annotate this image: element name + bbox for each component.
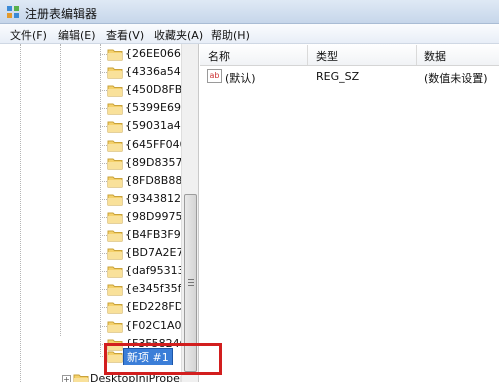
tree-item[interactable]: {BD7A2E7B xyxy=(100,244,190,262)
folder-icon xyxy=(107,266,123,278)
title-bar[interactable]: 注册表编辑器 xyxy=(0,0,499,24)
tree-item[interactable]: {ED228FDF- xyxy=(100,298,190,316)
tree-item-label: {daf95313- xyxy=(125,264,189,278)
tree-guide-line xyxy=(20,44,21,382)
folder-icon xyxy=(107,49,123,61)
menu-view[interactable]: 查看(V) xyxy=(106,27,144,43)
tree-guide-line xyxy=(60,44,61,336)
expand-icon[interactable]: + xyxy=(62,375,71,382)
menu-file[interactable]: 文件(F) xyxy=(10,27,47,43)
menu-help[interactable]: 帮助(H) xyxy=(211,27,250,43)
column-name[interactable]: 名称 xyxy=(208,48,230,64)
folder-icon xyxy=(107,302,123,314)
tree-item[interactable]: {59031a47- xyxy=(100,117,190,135)
value-data: (数值未设置) xyxy=(424,72,488,85)
tree-item[interactable]: {26EE0668- xyxy=(100,45,190,63)
tree-item[interactable]: {9343812e- xyxy=(100,190,190,208)
regedit-window: 注册表编辑器 文件(F) 编辑(E) 查看(V) 收藏夹(A) 帮助(H) {2… xyxy=(0,0,499,382)
folder-icon xyxy=(107,248,123,260)
menu-edit[interactable]: 编辑(E) xyxy=(58,27,96,43)
column-divider[interactable] xyxy=(307,45,308,65)
folder-icon xyxy=(107,67,123,79)
folder-icon xyxy=(107,176,123,188)
list-header: 名称 类型 数据 xyxy=(200,44,499,66)
folder-icon xyxy=(107,85,123,97)
folder-icon xyxy=(107,321,123,332)
tree-item[interactable]: {645FF040- xyxy=(100,136,190,154)
menu-bar: 文件(F) 编辑(E) 查看(V) 收藏夹(A) 帮助(H) xyxy=(0,24,499,44)
folder-icon xyxy=(107,194,123,206)
tree-item[interactable]: {4336a54d- xyxy=(100,63,190,81)
highlight-annotation xyxy=(104,343,222,375)
tree-item[interactable]: {daf95313- xyxy=(100,262,190,280)
column-type[interactable]: 类型 xyxy=(316,48,338,64)
folder-icon xyxy=(107,103,123,115)
tree-item[interactable]: {B4FB3F98- xyxy=(100,226,190,244)
value-list[interactable]: 名称 类型 数据 ab (默认) REG_SZ (数值未设置) xyxy=(200,44,499,382)
value-type: REG_SZ xyxy=(316,70,360,83)
string-value-icon: ab xyxy=(207,69,222,83)
column-divider[interactable] xyxy=(416,45,417,65)
tree-item[interactable]: {89D83576 xyxy=(100,154,190,172)
regedit-icon xyxy=(7,6,19,18)
value-row[interactable]: ab (默认) REG_SZ (数值未设置) xyxy=(200,66,499,86)
tree-item[interactable]: {F02C1A0D xyxy=(100,317,190,335)
value-name: (默认) xyxy=(225,72,256,85)
menu-favorites[interactable]: 收藏夹(A) xyxy=(154,27,203,43)
folder-icon xyxy=(107,140,123,151)
folder-icon xyxy=(107,158,123,170)
grip-icon xyxy=(188,279,194,286)
tree-item-label: {89D83576 xyxy=(125,155,190,169)
folder-icon xyxy=(107,230,123,242)
window-title: 注册表编辑器 xyxy=(25,7,98,21)
tree-item[interactable]: {98D99750- xyxy=(100,208,190,226)
key-tree[interactable]: {26EE0668- {4336a54d- {450D8FBA {5399E694-{… xyxy=(0,44,199,382)
tree-scrollbar[interactable] xyxy=(181,44,198,382)
tree-item[interactable]: {5399E694- xyxy=(100,99,190,117)
folder-icon xyxy=(107,284,123,296)
tree-item[interactable]: {e345f35f-9 xyxy=(100,280,190,298)
tree-item[interactable]: {8FD8B88D xyxy=(100,172,190,190)
tree-item[interactable]: {450D8FBA xyxy=(100,81,190,99)
folder-icon xyxy=(107,212,123,224)
folder-icon xyxy=(73,374,89,382)
column-data[interactable]: 数据 xyxy=(424,48,446,64)
folder-icon xyxy=(107,121,123,133)
